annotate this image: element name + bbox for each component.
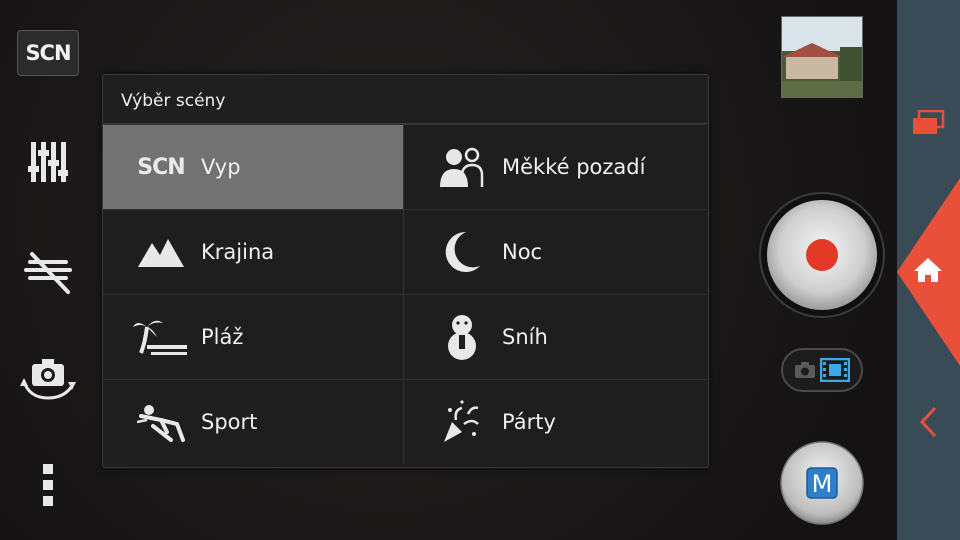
scene-item-party[interactable]: Párty	[404, 379, 706, 464]
snowman-icon	[426, 312, 498, 362]
scene-item-label: Vyp	[201, 155, 241, 179]
beach-icon	[125, 312, 197, 362]
scene-item-off[interactable]: SCN Vyp	[103, 124, 404, 209]
scene-item-beach[interactable]: Pláž	[103, 294, 404, 379]
scene-item-soft-background[interactable]: Měkké pozadí	[404, 124, 706, 209]
flash-off-icon[interactable]	[16, 248, 80, 296]
settings-sliders-icon[interactable]	[16, 140, 80, 184]
back-icon[interactable]	[919, 406, 937, 442]
scene-item-label: Krajina	[201, 240, 275, 264]
left-toolbar: SCN	[0, 0, 96, 540]
scene-item-snow[interactable]: Sníh	[404, 294, 706, 379]
recent-apps-icon[interactable]	[911, 109, 945, 140]
scene-item-label: Párty	[502, 410, 556, 434]
scene-grid: SCN Vyp Měkké pozadí Krajina Noc Pláž Sn…	[103, 124, 708, 464]
mountains-icon	[125, 227, 197, 277]
scn-icon: SCN	[137, 154, 185, 180]
scene-item-night[interactable]: Noc	[404, 209, 706, 294]
soft-background-icon	[426, 142, 498, 192]
navigation-bar	[897, 0, 960, 540]
scene-item-label: Noc	[502, 240, 543, 264]
scene-item-label: Pláž	[201, 325, 244, 349]
home-button[interactable]	[897, 178, 960, 366]
party-icon	[426, 397, 498, 447]
panel-title: Výběr scény	[103, 75, 708, 124]
scene-item-landscape[interactable]: Krajina	[103, 209, 404, 294]
moon-icon	[426, 227, 498, 277]
scene-item-sport[interactable]: Sport	[103, 379, 404, 464]
scene-selection-panel: Výběr scény SCN Vyp Měkké pozadí Krajina…	[102, 74, 709, 468]
last-photo-thumbnail[interactable]	[781, 16, 863, 98]
scene-item-label: Sport	[201, 410, 258, 434]
scene-item-label: Sníh	[502, 325, 548, 349]
mode-label: M	[812, 470, 833, 498]
scene-selection-button[interactable]: SCN	[16, 30, 80, 76]
camera-icon	[795, 362, 815, 378]
photo-video-switch[interactable]	[781, 348, 863, 392]
video-icon	[820, 358, 850, 382]
sport-icon	[125, 397, 197, 447]
more-options-icon[interactable]	[16, 462, 80, 508]
scene-item-label: Měkké pozadí	[502, 155, 646, 179]
shutter-button[interactable]	[759, 192, 885, 318]
scene-badge: SCN	[17, 30, 79, 76]
manual-mode-button[interactable]: M	[780, 441, 864, 525]
switch-camera-icon[interactable]	[16, 352, 80, 404]
